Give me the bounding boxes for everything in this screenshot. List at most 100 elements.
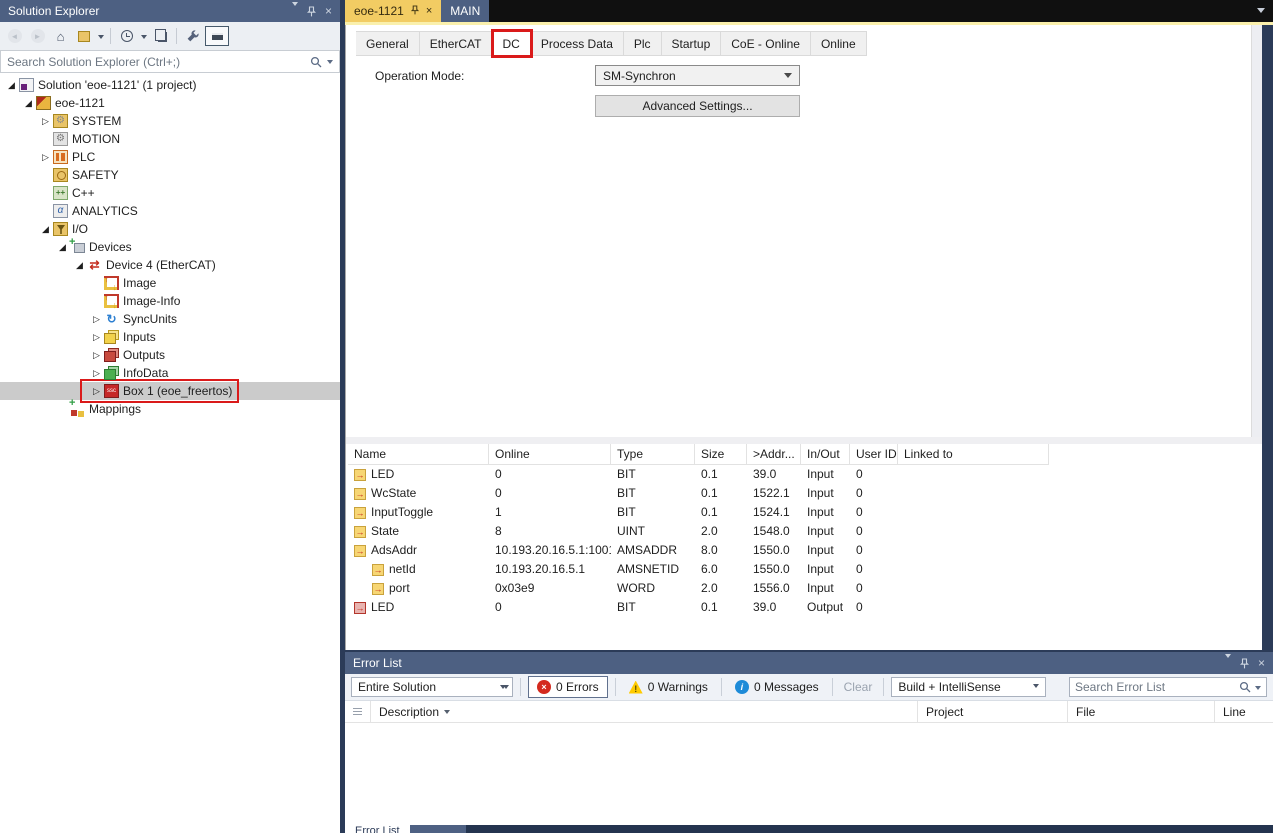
- vertical-scrollbar[interactable]: [1251, 25, 1262, 437]
- preview-selected-items-toggle[interactable]: [205, 26, 229, 46]
- clear-button[interactable]: Clear: [840, 680, 877, 694]
- variable-row[interactable]: AdsAddr 10.193.20.16.5.1:1001 AMSADDR 8.…: [348, 541, 1049, 560]
- column-header[interactable]: In/Out: [801, 444, 850, 465]
- window-menu-caret-icon[interactable]: [292, 6, 298, 17]
- document-tab[interactable]: MAIN: [441, 0, 489, 22]
- expander-icon[interactable]: [89, 332, 104, 343]
- pending-changes-filter-icon[interactable]: [116, 27, 137, 46]
- expander-icon[interactable]: [89, 314, 104, 325]
- device-page-tab[interactable]: Process Data: [531, 31, 624, 56]
- expander-icon[interactable]: [4, 80, 19, 91]
- pin-icon[interactable]: [307, 6, 316, 17]
- tab-close-icon[interactable]: ×: [426, 5, 432, 17]
- document-tab[interactable]: eoe-1121 ×: [345, 0, 441, 22]
- advanced-settings-button[interactable]: Advanced Settings...: [595, 95, 800, 117]
- tree-item[interactable]: eoe-1121: [0, 94, 340, 112]
- variable-row[interactable]: LED 0 BIT 0.1 39.0 Output 0: [348, 598, 1049, 617]
- scope-filter-select[interactable]: Entire Solution: [351, 677, 513, 697]
- search-options-caret-icon[interactable]: [1255, 686, 1261, 693]
- filter-caret-icon[interactable]: [139, 27, 148, 46]
- panel-splitter[interactable]: [346, 437, 1262, 444]
- expander-icon[interactable]: [38, 224, 53, 235]
- column-header[interactable]: Name: [348, 444, 489, 465]
- expander-icon[interactable]: [21, 98, 36, 109]
- expander-icon[interactable]: [72, 260, 87, 271]
- tree-item[interactable]: Image-Info: [0, 292, 340, 310]
- device-page-tab[interactable]: CoE - Online: [721, 31, 811, 56]
- device-page-tab[interactable]: Online: [811, 31, 867, 56]
- tree-item[interactable]: I/O: [0, 220, 340, 238]
- filter-caret-icon[interactable]: [444, 710, 450, 717]
- tree-item[interactable]: InfoData: [0, 364, 340, 382]
- tree-item[interactable]: Outputs: [0, 346, 340, 364]
- device-page-tab[interactable]: DC: [493, 31, 531, 56]
- tree-item[interactable]: PLC: [0, 148, 340, 166]
- variable-row[interactable]: netId 10.193.20.16.5.1 AMSNETID 6.0 1550…: [348, 560, 1049, 579]
- tree-item[interactable]: Inputs: [0, 328, 340, 346]
- build-intellisense-select[interactable]: Build + IntelliSense: [891, 677, 1046, 697]
- errors-filter-button[interactable]: × 0 Errors: [528, 676, 608, 698]
- search-icon[interactable]: [1239, 681, 1251, 693]
- device-page-tab[interactable]: General: [356, 31, 420, 56]
- tree-item[interactable]: Devices: [0, 238, 340, 256]
- bottom-tool-tab[interactable]: [410, 825, 466, 833]
- search-icon[interactable]: [310, 56, 322, 68]
- column-header[interactable]: Size: [695, 444, 747, 465]
- device-page-tab[interactable]: EtherCAT: [420, 31, 493, 56]
- tree-item[interactable]: Image: [0, 274, 340, 292]
- pin-icon[interactable]: [1240, 658, 1249, 669]
- variable-row[interactable]: InputToggle 1 BIT 0.1 1524.1 Input 0: [348, 503, 1049, 522]
- project-column-header[interactable]: Project: [918, 701, 1068, 723]
- search-input[interactable]: [7, 55, 305, 69]
- expander-icon[interactable]: [38, 116, 53, 127]
- bottom-tool-tab[interactable]: Error List: [345, 825, 410, 833]
- column-header[interactable]: User ID: [850, 444, 898, 465]
- tree-item[interactable]: SYSTEM: [0, 112, 340, 130]
- tree-item[interactable]: Solution 'eoe-1121' (1 project): [0, 76, 340, 94]
- variable-row[interactable]: LED 0 BIT 0.1 39.0 Input 0: [348, 465, 1049, 484]
- back-icon[interactable]: ◄: [4, 27, 25, 46]
- tree-item[interactable]: ANALYTICS: [0, 202, 340, 220]
- variable-row[interactable]: State 8 UINT 2.0 1548.0 Input 0: [348, 522, 1049, 541]
- description-column-header[interactable]: Description: [371, 701, 918, 723]
- tree-item[interactable]: Mappings: [0, 400, 340, 418]
- document-well-caret-icon[interactable]: [1257, 8, 1265, 17]
- variable-row[interactable]: WcState 0 BIT 0.1 1522.1 Input 0: [348, 484, 1049, 503]
- expander-icon[interactable]: [89, 368, 104, 379]
- expander-icon[interactable]: [55, 242, 70, 253]
- expander-icon[interactable]: [89, 350, 104, 361]
- tree-item[interactable]: SAFETY: [0, 166, 340, 184]
- properties-wrench-icon[interactable]: [182, 27, 203, 46]
- sync-with-active-document-icon[interactable]: [150, 27, 171, 46]
- window-menu-caret-icon[interactable]: [1225, 658, 1231, 669]
- column-header[interactable]: Online: [489, 444, 611, 465]
- tree-item[interactable]: Box 1 (eoe_freertos): [0, 382, 340, 400]
- forward-icon[interactable]: ►: [27, 27, 48, 46]
- expander-icon[interactable]: [38, 152, 53, 163]
- scope-caret-icon[interactable]: [96, 27, 105, 46]
- tree-item[interactable]: MOTION: [0, 130, 340, 148]
- device-page-tab[interactable]: Startup: [662, 31, 722, 56]
- severity-column-header[interactable]: [345, 701, 371, 723]
- tree-item[interactable]: SyncUnits: [0, 310, 340, 328]
- error-search-input[interactable]: [1075, 680, 1235, 694]
- column-header[interactable]: Type: [611, 444, 695, 465]
- messages-filter-button[interactable]: i 0 Messages: [729, 680, 825, 694]
- column-header[interactable]: Linked to: [898, 444, 1049, 465]
- file-column-header[interactable]: File: [1068, 701, 1215, 723]
- home-icon[interactable]: ⌂: [50, 27, 71, 46]
- warnings-filter-button[interactable]: ! 0 Warnings: [623, 680, 714, 694]
- device-page-tab[interactable]: Plc: [624, 31, 662, 56]
- operation-mode-select[interactable]: SM-Synchron: [595, 65, 800, 86]
- expander-icon[interactable]: [89, 386, 104, 397]
- variable-row[interactable]: port 0x03e9 WORD 2.0 1556.0 Input 0: [348, 579, 1049, 598]
- tree-item[interactable]: Device 4 (EtherCAT): [0, 256, 340, 274]
- tab-pin-icon[interactable]: [411, 4, 419, 18]
- tree-item[interactable]: C++: [0, 184, 340, 202]
- search-options-caret-icon[interactable]: [327, 60, 333, 67]
- scope-to-this-icon[interactable]: [73, 27, 94, 46]
- close-icon[interactable]: ×: [1258, 656, 1265, 670]
- line-column-header[interactable]: Line: [1215, 701, 1273, 723]
- close-icon[interactable]: ×: [325, 4, 332, 18]
- column-header[interactable]: >Addr...: [747, 444, 801, 465]
